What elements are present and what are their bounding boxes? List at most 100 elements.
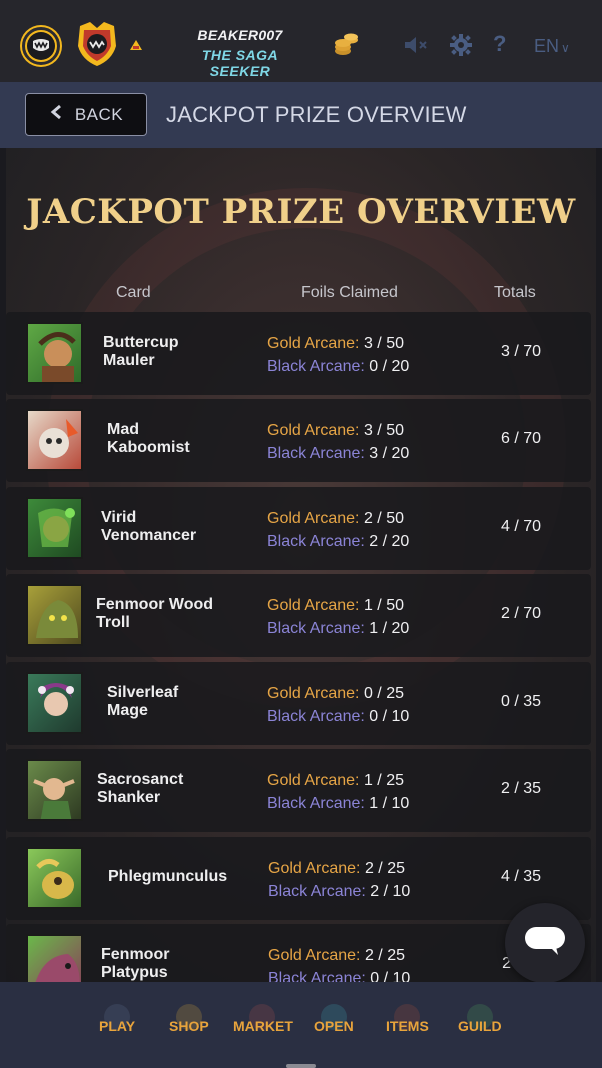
foils-claimed: Gold Arcane: 0 / 25 Black Arcane: 0 / 10 xyxy=(267,682,409,728)
black-arcane-label: Black Arcane: xyxy=(268,883,366,900)
black-arcane-value: 3 / 20 xyxy=(369,445,410,462)
black-arcane-value: 1 / 10 xyxy=(369,795,410,812)
scroll-handle[interactable] xyxy=(286,1064,316,1068)
username: BEAKER007 xyxy=(197,27,283,43)
gold-arcane-value: 2 / 50 xyxy=(363,510,404,527)
card-name-line: Fenmoor xyxy=(101,946,170,963)
table-row[interactable]: Phlegmunculus Gold Arcane: 2 / 25 Black … xyxy=(6,837,591,920)
user-title: THE SAGA SEEKER xyxy=(201,47,279,79)
card-name-line: Mage xyxy=(107,702,148,719)
black-arcane-value: 0 / 20 xyxy=(369,358,410,375)
black-arcane-label: Black Arcane: xyxy=(267,795,365,812)
page-title: JACKPOT PRIZE OVERVIEW xyxy=(26,192,576,232)
table-row[interactable]: Buttercup Mauler Gold Arcane: 3 / 50 Bla… xyxy=(6,312,591,395)
total-value: 4 / 70 xyxy=(500,518,542,535)
black-arcane-label: Black Arcane: xyxy=(267,358,365,375)
card-name: Mad Kaboomist xyxy=(107,421,247,457)
gold-arcane-value: 1 / 25 xyxy=(363,772,404,789)
table-row[interactable]: Sacrosanct Shanker Gold Arcane: 1 / 25 B… xyxy=(6,749,591,832)
card-thumbnail xyxy=(26,934,83,982)
card-name-line: Fenmoor Wood xyxy=(96,596,214,613)
card-name: Silverleaf Mage xyxy=(107,684,247,720)
black-arcane-label: Black Arcane: xyxy=(267,533,365,550)
column-header-totals: Totals xyxy=(494,284,536,301)
card-name: Fenmoor Platypus xyxy=(101,946,241,982)
speaker-muted-icon[interactable] xyxy=(403,35,429,55)
chevron-left-icon xyxy=(49,104,63,125)
foils-claimed: Gold Arcane: 2 / 25 Black Arcane: 2 / 10 xyxy=(268,857,410,903)
black-arcane-value: 0 / 10 xyxy=(369,708,410,725)
total-value: 4 / 35 xyxy=(500,868,542,885)
bottom-nav: PLAY SHOP MARKET OPEN ITEMS GUILD xyxy=(0,982,602,1068)
question-icon[interactable]: ? xyxy=(493,31,506,57)
card-name-line: Mad xyxy=(107,421,139,438)
card-name: Sacrosanct Shanker xyxy=(97,771,237,807)
card-name-line: Venomancer xyxy=(101,527,197,544)
total-value: 6 / 70 xyxy=(500,430,542,447)
gold-arcane-label: Gold Arcane: xyxy=(267,510,360,527)
avatar[interactable] xyxy=(22,27,60,65)
top-bar: BEAKER007 THE SAGA SEEKER ? EN ∨ xyxy=(0,0,602,82)
card-name-line: Virid xyxy=(101,509,137,526)
card-name-line: Sacrosanct xyxy=(97,771,184,788)
total-value: 3 / 70 xyxy=(500,343,542,360)
card-name-line: Shanker xyxy=(97,789,161,806)
back-button[interactable]: BACK xyxy=(25,93,147,136)
chat-bubble-icon xyxy=(524,925,566,962)
gold-arcane-label: Gold Arcane: xyxy=(267,335,360,352)
card-name: Fenmoor Wood Troll xyxy=(96,596,236,632)
gold-arcane-label: Gold Arcane: xyxy=(267,597,360,614)
column-header-foils: Foils Claimed xyxy=(301,284,398,301)
table-row[interactable]: Mad Kaboomist Gold Arcane: 3 / 50 Black … xyxy=(6,399,591,482)
card-name: Phlegmunculus xyxy=(108,868,248,886)
gear-icon[interactable] xyxy=(450,34,472,56)
gold-arcane-label: Gold Arcane: xyxy=(268,860,361,877)
nav-shop[interactable]: SHOP xyxy=(169,1018,209,1034)
table-row[interactable]: Virid Venomancer Gold Arcane: 2 / 50 Bla… xyxy=(6,487,591,570)
coin-stack-icon[interactable] xyxy=(332,31,360,59)
black-arcane-label: Black Arcane: xyxy=(267,445,365,462)
foils-claimed: Gold Arcane: 1 / 50 Black Arcane: 1 / 20 xyxy=(267,594,409,640)
black-arcane-label: Black Arcane: xyxy=(268,970,366,982)
black-arcane-value: 2 / 10 xyxy=(370,883,411,900)
foils-claimed: Gold Arcane: 3 / 50 Black Arcane: 3 / 20 xyxy=(267,419,409,465)
gold-arcane-label: Gold Arcane: xyxy=(267,772,360,789)
black-arcane-value: 2 / 20 xyxy=(369,533,410,550)
user-block[interactable]: BEAKER007 THE SAGA SEEKER xyxy=(170,27,310,79)
table-row[interactable]: Fenmoor Platypus Gold Arcane: 2 / 25 Bla… xyxy=(6,924,591,982)
card-name-line: Kaboomist xyxy=(107,439,190,456)
card-name-line: Mauler xyxy=(103,352,155,369)
card-name-line: Platypus xyxy=(101,964,168,981)
gold-arcane-value: 2 / 25 xyxy=(364,860,405,877)
card-thumbnail xyxy=(26,409,83,471)
rank-shield-icon[interactable] xyxy=(72,18,122,68)
sub-header: BACK JACKPOT PRIZE OVERVIEW xyxy=(0,82,602,148)
content-panel[interactable]: JACKPOT PRIZE OVERVIEW Card Foils Claime… xyxy=(6,148,596,982)
chevron-down-icon: ∨ xyxy=(561,41,570,55)
card-name-line: Troll xyxy=(96,614,130,631)
card-thumbnail xyxy=(26,584,83,646)
table-row[interactable]: Fenmoor Wood Troll Gold Arcane: 1 / 50 B… xyxy=(6,574,591,657)
small-rank-icon xyxy=(128,38,144,52)
column-header-card: Card xyxy=(116,284,151,301)
nav-play[interactable]: PLAY xyxy=(99,1018,135,1034)
chat-button[interactable] xyxy=(505,903,585,983)
card-thumbnail xyxy=(26,672,83,734)
gold-arcane-value: 0 / 25 xyxy=(363,685,404,702)
black-arcane-label: Black Arcane: xyxy=(267,620,365,637)
foils-claimed: Gold Arcane: 2 / 50 Black Arcane: 2 / 20 xyxy=(267,507,409,553)
total-value: 2 / 70 xyxy=(500,605,542,622)
nav-market[interactable]: MARKET xyxy=(233,1018,293,1034)
total-value: 0 / 35 xyxy=(500,693,542,710)
nav-items[interactable]: ITEMS xyxy=(386,1018,429,1034)
table-row[interactable]: Silverleaf Mage Gold Arcane: 0 / 25 Blac… xyxy=(6,662,591,745)
card-thumbnail xyxy=(26,497,83,559)
nav-guild[interactable]: GUILD xyxy=(458,1018,502,1034)
card-name: Virid Venomancer xyxy=(101,509,241,545)
foils-claimed: Gold Arcane: 1 / 25 Black Arcane: 1 / 10 xyxy=(267,769,409,815)
card-name-line: Phlegmunculus xyxy=(108,868,228,885)
card-name-line: Buttercup xyxy=(103,334,179,351)
nav-open[interactable]: OPEN xyxy=(314,1018,354,1034)
card-thumbnail xyxy=(26,847,83,909)
language-select[interactable]: EN ∨ xyxy=(534,36,570,57)
